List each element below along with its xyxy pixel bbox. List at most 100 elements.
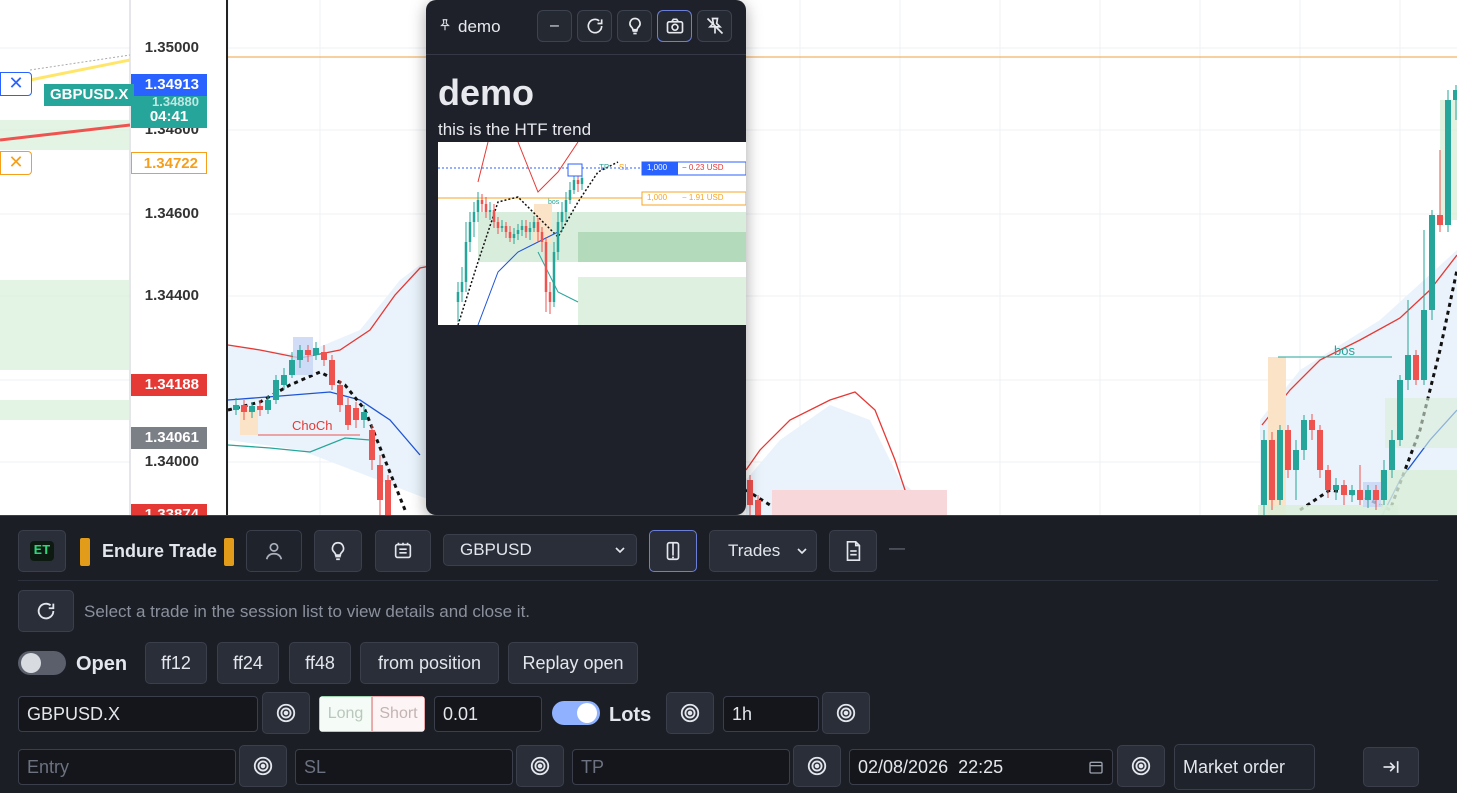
direction-toggle[interactable]: Long Short: [319, 696, 425, 732]
candle: [1285, 430, 1291, 470]
datetime-target-button[interactable]: [1117, 745, 1165, 787]
lightbulb-icon: [331, 541, 345, 561]
candle: [1405, 355, 1411, 380]
notes-button[interactable]: [375, 530, 431, 572]
candle: [472, 212, 476, 222]
candle: [1277, 430, 1283, 500]
trades-select[interactable]: Trades: [709, 530, 817, 572]
candle: [1357, 490, 1363, 500]
sl-target-button[interactable]: [516, 745, 564, 787]
from-position-button[interactable]: from position: [360, 642, 499, 684]
target-icon: [276, 703, 296, 723]
logo-badge: ET: [29, 541, 55, 561]
candle: [540, 232, 544, 242]
candle: [281, 375, 287, 385]
camera-icon: [666, 18, 683, 34]
tp-target-button[interactable]: [793, 745, 841, 787]
lots-toggle[interactable]: [552, 701, 600, 725]
candle: [1397, 380, 1403, 440]
target-icon: [1131, 756, 1151, 776]
symbol-target-button[interactable]: [262, 692, 310, 734]
note-panel-header[interactable]: demo –: [426, 0, 746, 55]
sl-input[interactable]: SL: [295, 749, 513, 785]
choch-label: ChoCh: [292, 418, 333, 433]
left-yellow-line: [29, 58, 131, 82]
close-order-button[interactable]: ✕: [0, 72, 32, 96]
ideas-button[interactable]: [314, 530, 362, 572]
candle: [1429, 215, 1435, 310]
timeframe-input[interactable]: 1h: [723, 696, 819, 732]
candle: [1349, 490, 1355, 495]
user-button[interactable]: [246, 530, 302, 572]
tp-input[interactable]: TP: [572, 749, 790, 785]
lots-label: Lots: [609, 704, 652, 726]
short-option[interactable]: Short: [372, 696, 425, 732]
submit-order-button[interactable]: [1363, 747, 1419, 787]
entry-input[interactable]: Entry: [18, 749, 236, 785]
minimize-button[interactable]: –: [537, 10, 572, 42]
thumb-tp-label: TP: [599, 163, 610, 172]
candle: [1421, 310, 1427, 380]
candle: [576, 180, 580, 184]
symbol-select[interactable]: GBPUSD: [443, 534, 637, 566]
candle: [456, 292, 460, 302]
candle: [480, 200, 484, 204]
target-icon: [807, 756, 827, 776]
thumb-bos-label: bos: [548, 199, 560, 206]
lots-target-button[interactable]: [666, 692, 714, 734]
timeframe-target-button[interactable]: [822, 692, 870, 734]
ff12-button[interactable]: ff12: [145, 642, 207, 684]
candle: [1269, 440, 1275, 500]
datetime-input[interactable]: 02/08/2026 22:25: [849, 749, 1113, 785]
refresh-button[interactable]: [577, 10, 612, 42]
calendar-icon[interactable]: [1088, 759, 1104, 775]
refresh-icon: [37, 602, 55, 620]
dash-text: —: [889, 540, 905, 557]
candle: [496, 222, 500, 228]
replay-open-button[interactable]: Replay open: [508, 642, 638, 684]
zone-left-3: [0, 400, 130, 420]
price-tick: 1.34000: [144, 453, 199, 470]
ff24-button[interactable]: ff24: [217, 642, 279, 684]
ff48-button[interactable]: ff48: [289, 642, 351, 684]
note-screenshot: TP SL 1,000 − 0.23 USD 1,000 − 1.91 USD …: [438, 142, 746, 325]
note-panel[interactable]: demo – demo this is the HTF trend TP SL …: [426, 0, 746, 515]
open-toggle[interactable]: [18, 651, 66, 675]
notepad-icon: [394, 542, 412, 559]
candle: [1413, 355, 1419, 380]
candle: [476, 200, 480, 212]
symbol-input[interactable]: GBPUSD.X: [18, 696, 258, 732]
refresh-button[interactable]: [18, 590, 74, 632]
candle: [1309, 420, 1315, 430]
candle: [353, 408, 359, 420]
candle: [516, 230, 520, 234]
symbol-tag: GBPUSD.X: [44, 84, 135, 106]
logo-button[interactable]: ET: [18, 530, 66, 572]
order-type-select[interactable]: Market order: [1174, 744, 1315, 790]
note-panel-header-title: demo: [458, 17, 501, 36]
divider: [18, 580, 1438, 581]
lots-input[interactable]: 0.01: [434, 696, 542, 732]
candle: [580, 178, 584, 184]
refresh-icon: [587, 18, 603, 34]
close-order-button-2[interactable]: ✕: [0, 151, 32, 175]
pin-icon: [438, 18, 452, 35]
tablet-view-button[interactable]: [649, 530, 697, 572]
symbol-select-value: GBPUSD: [460, 540, 532, 559]
target-icon: [253, 756, 273, 776]
unpin-button[interactable]: [697, 10, 732, 42]
target-icon: [530, 756, 550, 776]
document-button[interactable]: [829, 530, 877, 572]
order-price-label: 1.34722: [131, 152, 207, 174]
demand-zone-far-2: [1385, 398, 1457, 448]
candle: [1437, 215, 1443, 225]
candle: [484, 204, 488, 212]
candle: [500, 226, 504, 228]
candle: [532, 222, 536, 228]
candle: [233, 405, 239, 410]
camera-button[interactable]: [657, 10, 692, 42]
lightbulb-button[interactable]: [617, 10, 652, 42]
long-option[interactable]: Long: [319, 696, 372, 732]
datetime-value: 02/08/2026 22:25: [858, 756, 1004, 777]
entry-target-button[interactable]: [239, 745, 287, 787]
